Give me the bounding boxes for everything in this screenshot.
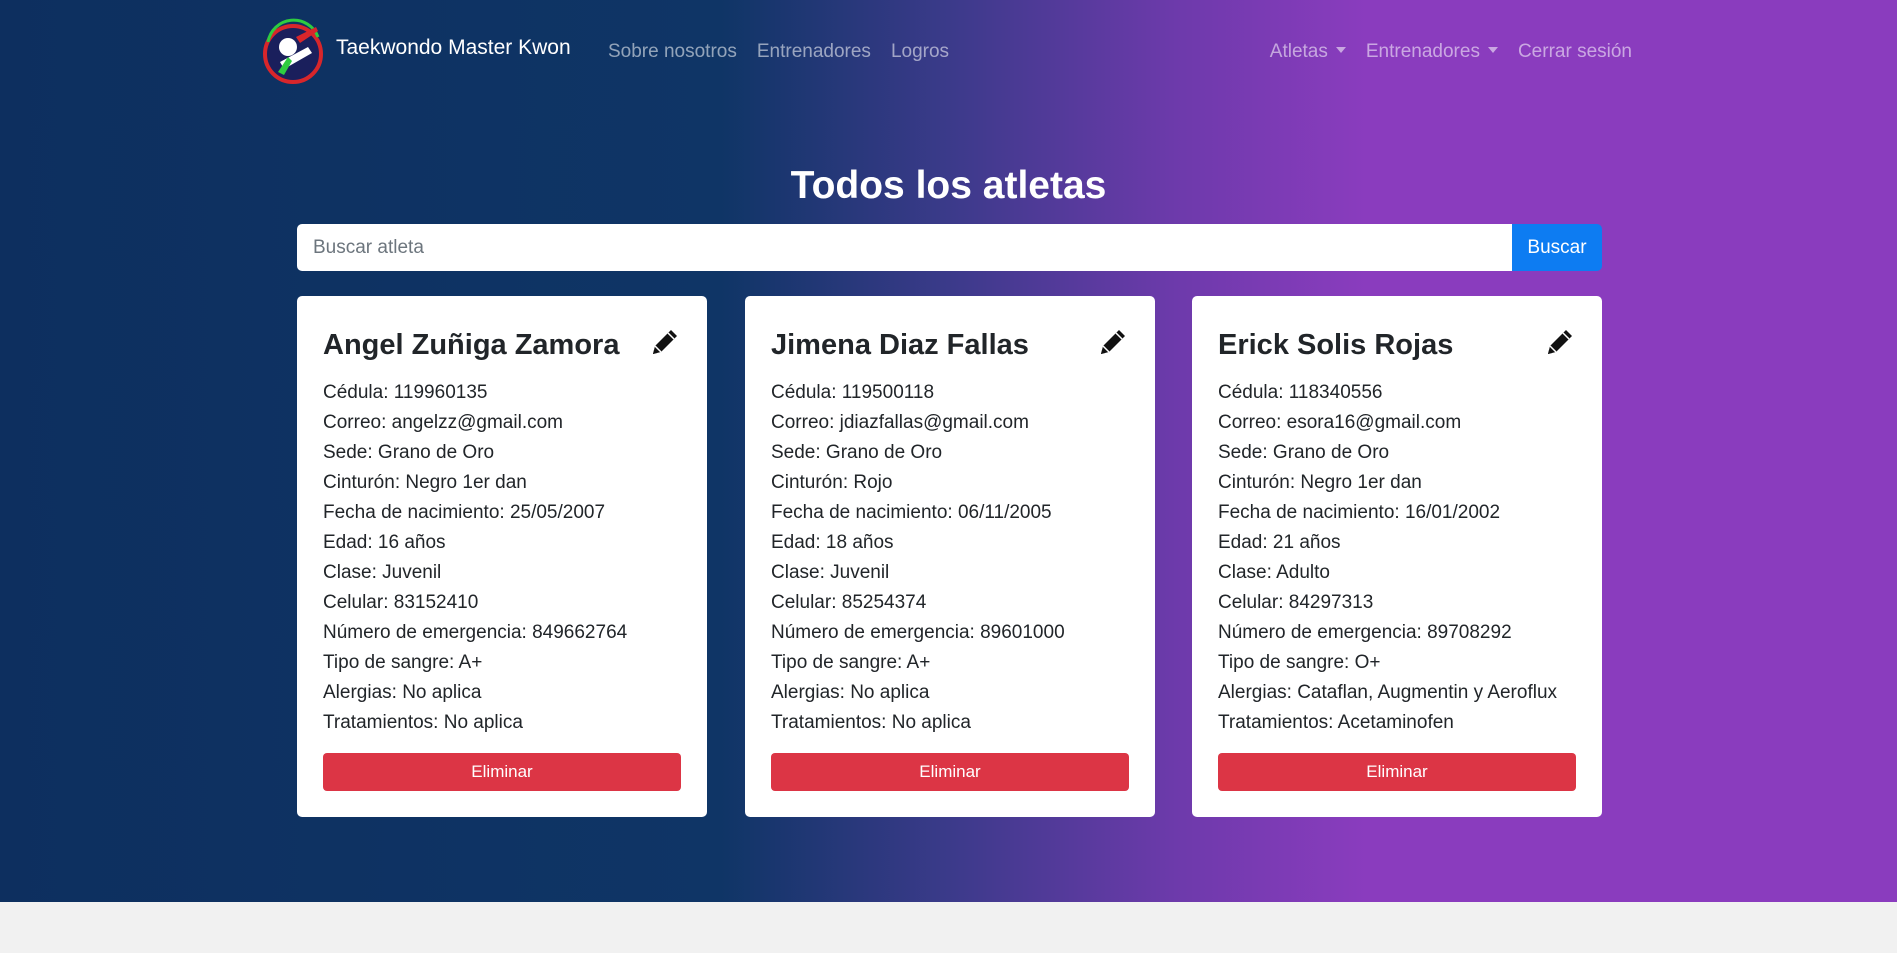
nav-dropdown-atletas[interactable]: Atletas	[1270, 41, 1346, 63]
delete-button[interactable]: Eliminar	[323, 753, 681, 791]
card-header: Jimena Diaz Fallas	[771, 322, 1129, 368]
nav-link-sobre-nosotros[interactable]: Sobre nosotros	[608, 41, 737, 63]
field-edad: Edad: 16 años	[323, 532, 446, 553]
field-emergencia: Número de emergencia: 89708292	[1218, 622, 1512, 643]
card-header: Erick Solis Rojas	[1218, 322, 1576, 368]
athlete-card: Jimena Diaz Fallas Cédula: 119500118 Cor…	[745, 296, 1155, 817]
navbar: Taekwondo Master Kwon Sobre nosotros Ent…	[258, 14, 1638, 94]
page-title: Todos los atletas	[790, 164, 1107, 207]
field-celular: Celular: 83152410	[323, 592, 479, 613]
field-celular: Celular: 85254374	[771, 592, 927, 613]
pencil-edit-icon[interactable]	[1544, 326, 1576, 358]
athlete-card: Erick Solis Rojas Cédula: 118340556 Corr…	[1192, 296, 1602, 817]
field-sede: Sede: Grano de Oro	[1218, 442, 1390, 463]
nav-link-cerrar-sesion[interactable]: Cerrar sesión	[1518, 41, 1632, 63]
field-sangre: Tipo de sangre: A+	[323, 652, 483, 673]
field-tratamientos: Tratamientos: No aplica	[771, 712, 971, 733]
athlete-name: Angel Zuñiga Zamora	[323, 329, 620, 361]
nav-dropdown-entrenadores[interactable]: Entrenadores	[1366, 41, 1498, 63]
field-clase: Clase: Juvenil	[771, 562, 890, 583]
field-edad: Edad: 21 años	[1218, 532, 1341, 553]
field-edad: Edad: 18 años	[771, 532, 894, 553]
athlete-cards: Angel Zuñiga Zamora Cédula: 119960135 Co…	[297, 296, 1602, 817]
athlete-fields: Cédula: 119500118 Correo: jdiazfallas@gm…	[771, 378, 1129, 738]
card-header: Angel Zuñiga Zamora	[323, 322, 681, 368]
taekwondo-logo-icon[interactable]	[258, 17, 328, 87]
field-tratamientos: Tratamientos: Acetaminofen	[1218, 712, 1454, 733]
field-fecha-nacimiento: Fecha de nacimiento: 16/01/2002	[1218, 502, 1501, 523]
footer-strip	[0, 902, 1897, 953]
delete-button[interactable]: Eliminar	[1218, 753, 1576, 791]
field-correo: Correo: jdiazfallas@gmail.com	[771, 412, 1029, 433]
athlete-fields: Cédula: 118340556 Correo: esora16@gmail.…	[1218, 378, 1576, 738]
search-button[interactable]: Buscar	[1512, 224, 1602, 271]
nav-left-links: Sobre nosotros Entrenadores Logros	[608, 41, 949, 63]
field-sede: Sede: Grano de Oro	[323, 442, 495, 463]
field-emergencia: Número de emergencia: 89601000	[771, 622, 1065, 643]
field-sede: Sede: Grano de Oro	[771, 442, 943, 463]
field-emergencia: Número de emergencia: 849662764	[323, 622, 628, 643]
nav-dropdown-entrenadores-label: Entrenadores	[1365, 41, 1480, 62]
field-cedula: Cédula: 118340556	[1218, 382, 1383, 403]
athlete-card: Angel Zuñiga Zamora Cédula: 119960135 Co…	[297, 296, 707, 817]
brand-name[interactable]: Taekwondo Master Kwon	[336, 36, 571, 60]
athlete-name: Jimena Diaz Fallas	[771, 329, 1029, 361]
athlete-name: Erick Solis Rojas	[1218, 329, 1454, 361]
pencil-edit-icon[interactable]	[1097, 326, 1129, 358]
field-alergias: Alergias: No aplica	[771, 682, 930, 703]
athlete-fields: Cédula: 119960135 Correo: angelzz@gmail.…	[323, 378, 681, 738]
field-correo: Correo: angelzz@gmail.com	[323, 412, 563, 433]
field-fecha-nacimiento: Fecha de nacimiento: 25/05/2007	[323, 502, 606, 523]
pencil-edit-icon[interactable]	[649, 326, 681, 358]
field-cinturon: Cinturón: Negro 1er dan	[1218, 472, 1422, 493]
search-input[interactable]	[297, 224, 1512, 271]
field-sangre: Tipo de sangre: O+	[1218, 652, 1381, 673]
field-clase: Clase: Adulto	[1218, 562, 1330, 583]
field-alergias: Alergias: Cataflan, Augmentin y Aeroflux	[1218, 682, 1558, 703]
field-cedula: Cédula: 119500118	[771, 382, 935, 403]
nav-link-logros[interactable]: Logros	[891, 41, 949, 63]
nav-dropdown-atletas-label: Atletas	[1269, 41, 1328, 62]
nav-right-links: Atletas Entrenadores Cerrar sesión	[1270, 41, 1632, 63]
delete-button[interactable]: Eliminar	[771, 753, 1129, 791]
caret-down-icon	[1335, 46, 1346, 53]
field-cedula: Cédula: 119960135	[323, 382, 488, 403]
field-correo: Correo: esora16@gmail.com	[1218, 412, 1462, 433]
search-bar: Buscar	[297, 224, 1602, 271]
field-cinturon: Cinturón: Rojo	[771, 472, 893, 493]
caret-down-icon	[1487, 46, 1498, 53]
field-fecha-nacimiento: Fecha de nacimiento: 06/11/2005	[771, 502, 1052, 523]
field-alergias: Alergias: No aplica	[323, 682, 482, 703]
nav-link-entrenadores[interactable]: Entrenadores	[757, 41, 871, 63]
field-tratamientos: Tratamientos: No aplica	[323, 712, 523, 733]
field-clase: Clase: Juvenil	[323, 562, 442, 583]
field-cinturon: Cinturón: Negro 1er dan	[323, 472, 527, 493]
field-sangre: Tipo de sangre: A+	[771, 652, 931, 673]
field-celular: Celular: 84297313	[1218, 592, 1374, 613]
